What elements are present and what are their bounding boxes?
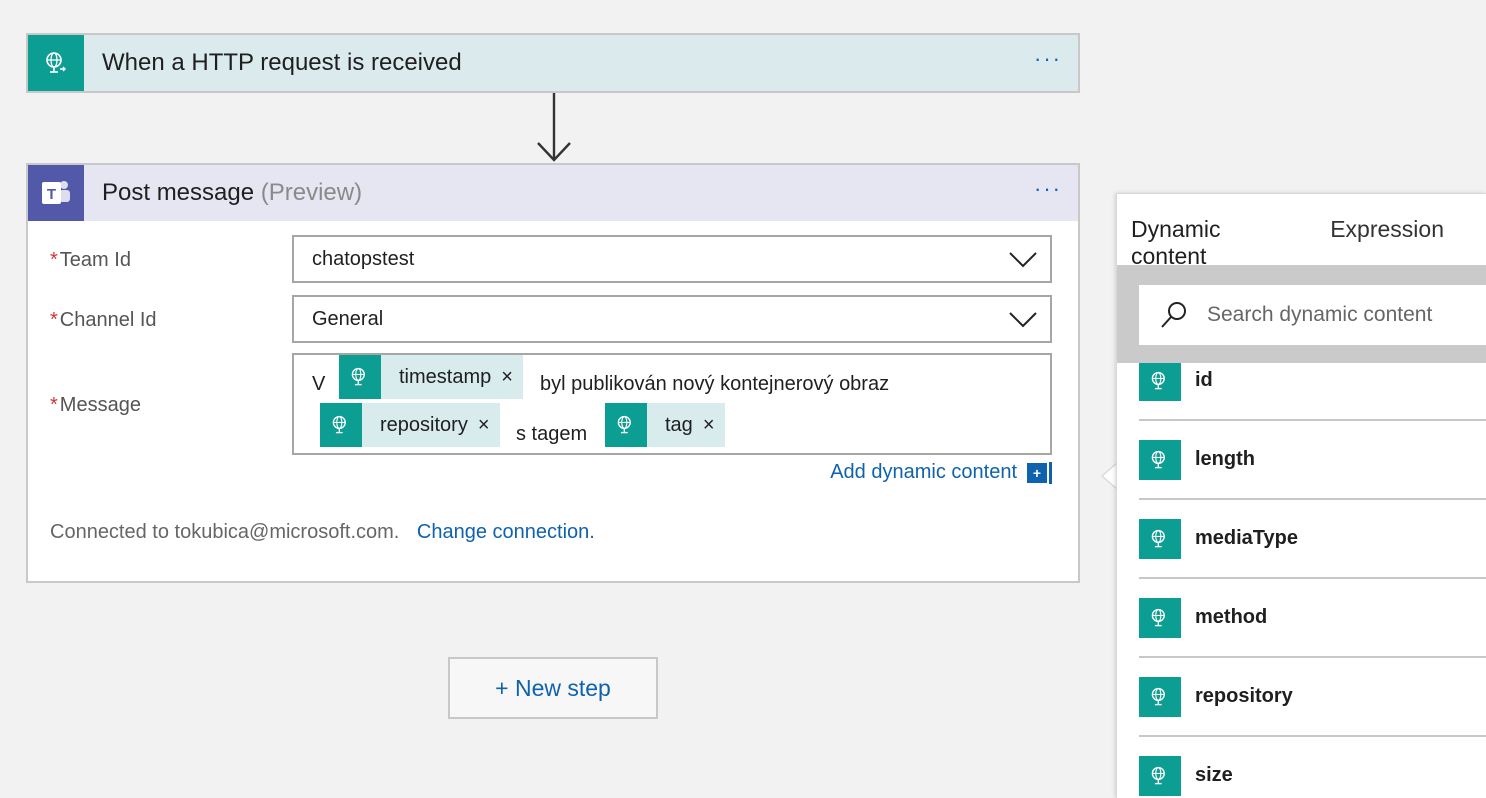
channel-id-label: * Channel Id [50,309,157,331]
http-globe-icon [1139,360,1181,401]
flow-arrow-icon [537,93,571,162]
http-globe-icon [1139,755,1181,796]
list-item-label: mediaType [1195,527,1298,549]
list-item-label: size [1195,764,1233,786]
http-globe-icon [1139,597,1181,638]
trigger-card[interactable]: When a HTTP request is received ··· [26,33,1080,93]
add-dynamic-content-link[interactable]: Add dynamic content + [830,461,1052,484]
message-text-2: byl publikován nový kontejnerový obraz [540,373,890,395]
trigger-menu-button[interactable]: ··· [1034,47,1062,71]
teams-icon: T [28,165,84,221]
list-item[interactable]: size [1139,737,1486,798]
http-globe-icon [1139,676,1181,717]
message-text-3: s tagem [516,423,588,445]
plus-icon: + [1027,462,1047,483]
list-item-label: id [1195,369,1213,391]
list-item[interactable]: method [1139,579,1486,658]
token-label: tag [665,413,693,436]
remove-token-icon[interactable]: × [703,414,725,437]
trigger-title: When a HTTP request is received [102,49,462,76]
message-input[interactable]: V timestamp × byl publikován nový kontej… [292,353,1052,455]
post-message-card: T Post message (Preview) ··· * Team Id ch… [26,163,1080,583]
chevron-down-icon[interactable] [1008,307,1038,331]
divider [1049,461,1052,484]
post-message-title: Post message (Preview) [102,179,363,206]
channel-id-dropdown[interactable]: General [292,295,1052,343]
panel-caret [1101,462,1118,490]
http-globe-icon [339,355,381,399]
message-label: * Message [50,394,141,416]
token-tag[interactable]: tag × [605,403,725,447]
http-globe-icon [605,403,647,447]
search-placeholder: Search dynamic content [1207,303,1433,326]
add-dynamic-content-label: Add dynamic content [830,461,1017,483]
post-message-menu-button[interactable]: ··· [1034,177,1062,201]
dynamic-content-panel: Dynamic content Expression id length med… [1116,193,1486,798]
message-text-1: V [312,373,326,395]
search-icon [1161,302,1186,328]
connection-info: Connected to tokubica@microsoft.com. Cha… [50,521,595,544]
list-item[interactable]: repository [1139,658,1486,737]
new-step-button[interactable]: + New step [448,657,658,719]
remove-token-icon[interactable]: × [478,414,500,437]
token-label: timestamp [399,365,492,388]
list-item[interactable]: mediaType [1139,500,1486,579]
trigger-header[interactable]: When a HTTP request is received ··· [28,35,1078,91]
team-id-value: chatopstest [312,247,415,270]
remove-token-icon[interactable]: × [501,366,523,389]
team-id-dropdown[interactable]: chatopstest [292,235,1052,283]
list-item-label: repository [1195,685,1293,707]
http-globe-icon [28,35,84,91]
post-message-header[interactable]: T Post message (Preview) ··· [28,165,1078,221]
channel-id-value: General [312,307,384,330]
list-item-label: length [1195,448,1255,470]
preview-badge: (Preview) [260,179,363,206]
search-input[interactable]: Search dynamic content [1139,285,1486,345]
http-globe-icon [1139,439,1181,480]
team-id-label: * Team Id [50,249,131,271]
search-container: Search dynamic content [1117,265,1486,363]
list-item[interactable]: length [1139,421,1486,500]
dynamic-content-list: id length mediaType method repository si… [1139,342,1486,798]
token-timestamp[interactable]: timestamp × [339,355,523,399]
token-label: repository [380,413,468,436]
connection-text: Connected to tokubica@microsoft.com. [50,521,400,543]
svg-text:T: T [47,186,56,203]
chevron-down-icon[interactable] [1008,247,1038,271]
token-repository[interactable]: repository × [320,403,500,447]
list-item-label: method [1195,606,1268,628]
http-globe-icon [1139,518,1181,559]
http-globe-icon [320,403,362,447]
change-connection-link[interactable]: Change connection. [417,521,595,543]
